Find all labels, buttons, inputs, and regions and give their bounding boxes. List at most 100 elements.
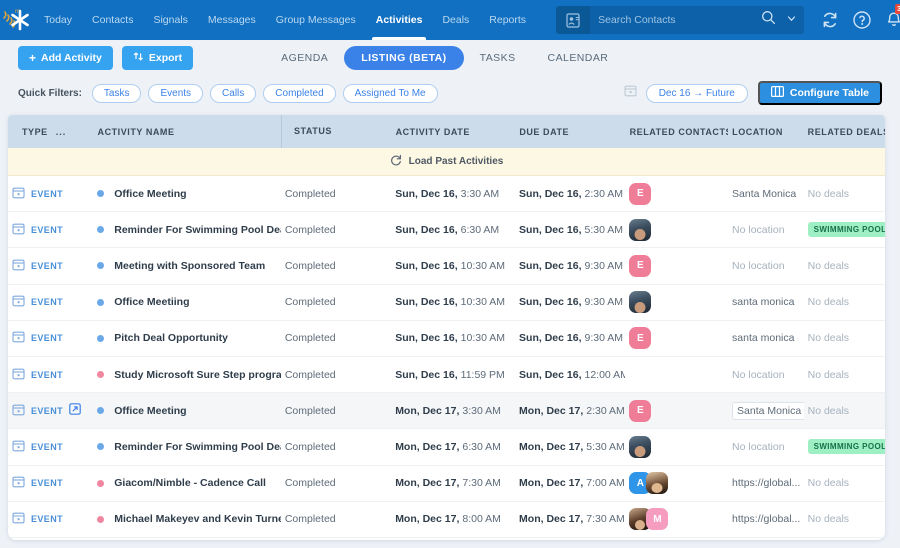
cell-activity-date: Sun, Dec 16,10:30 AM [391,332,515,344]
column-header-location[interactable]: LOCATION [728,127,804,137]
tab-listing-beta[interactable]: LISTING (BETA) [344,46,463,70]
activity-name[interactable]: Office Meetiing [114,296,189,308]
app-logo[interactable]: rn [0,5,34,35]
column-header-due-date[interactable]: DUE DATE [515,127,625,137]
cell-activity-name: Office Meeting [93,405,281,417]
contact-avatar-initial[interactable]: E [629,183,651,205]
contact-avatar-initial[interactable]: E [629,255,651,277]
chevron-down-icon[interactable] [786,11,797,29]
contact-avatar-photo[interactable] [646,472,668,494]
nav-item-today[interactable]: Today [34,0,82,40]
cell-due-date: Mon, Dec 17,7:30 AM [515,513,625,525]
table-row[interactable]: EVENTReminder For Swimming Pool DealComp… [8,429,885,465]
contact-avatar-initial[interactable]: M [646,508,668,530]
calendar-icon[interactable] [624,84,637,102]
tab-agenda[interactable]: AGENDA [265,46,344,70]
table-row[interactable]: EVENTGiacom/Nimble - Cadence CallComplet… [8,466,885,502]
tab-label: CALENDAR [548,52,609,64]
export-button[interactable]: Export [122,46,193,70]
contact-avatar-photo[interactable] [629,291,651,313]
due-date-day: Sun, Dec 16, [519,369,581,381]
notification-bell-icon[interactable]: 395 [884,10,900,30]
avatar-group: E [629,183,651,205]
column-header-status[interactable]: STATUS [281,115,392,148]
deal-tag[interactable]: SWIMMING POOL [808,222,885,237]
activity-name[interactable]: Study Microsoft Sure Step program [114,369,281,381]
cell-related-deals: SWIMMING POOL [804,439,885,454]
activity-date-day: Mon, Dec 17, [395,441,459,453]
due-date-day: Sun, Dec 16, [519,188,581,200]
filter-chip-assigned-to-me[interactable]: Assigned To Me [343,84,438,103]
location-value: No location [732,369,785,381]
activity-name[interactable]: Meeting with Sponsored Team [114,260,265,272]
add-activity-button[interactable]: + Add Activity [18,46,113,70]
nav-item-group-messages[interactable]: Group Messages [266,0,366,40]
open-external-icon[interactable] [69,403,81,418]
search-icon[interactable] [761,10,776,30]
help-circle-icon[interactable] [852,10,872,30]
contact-avatar-initial[interactable]: E [629,327,651,349]
status-value: Completed [285,296,336,308]
activity-date-time: 7:30 AM [462,477,501,489]
more-options-icon[interactable]: ... [56,127,67,137]
due-date-time: 9:30 AM [585,260,624,272]
column-header-related-contacts[interactable]: RELATED CONTACTS [626,127,729,137]
nav-item-deals[interactable]: Deals [432,0,479,40]
activity-name[interactable]: Office Meeting [114,405,186,417]
search-input[interactable] [590,14,761,26]
table-row[interactable]: EVENTPitch Deal OpportunityCompletedSun,… [8,321,885,357]
contact-avatar-photo[interactable] [629,219,651,241]
activity-name[interactable]: Pitch Deal Opportunity [114,332,228,344]
cell-location: https://global... [728,477,804,489]
nav-item-reports[interactable]: Reports [479,0,536,40]
location-value: santa monica [732,332,794,344]
contact-avatar-photo[interactable] [629,436,651,458]
due-date-day: Mon, Dec 17, [519,513,583,525]
column-header-activity-name[interactable]: ACTIVITY NAME [94,127,281,137]
column-header-activity-date[interactable]: ACTIVITY DATE [392,127,516,137]
cell-status: Completed [281,405,391,417]
activity-name[interactable]: Reminder For Swimming Pool Deal [114,224,281,236]
cell-activity-date: Mon, Dec 17,3:30 AM [391,405,515,417]
configure-table-label: Configure Table [790,87,869,99]
table-row[interactable]: EVENTMeeting with Sponsored TeamComplete… [8,248,885,284]
column-header-related-deals[interactable]: RELATED DEALS [804,127,885,137]
contact-avatar-initial[interactable]: E [629,400,651,422]
date-range-filter[interactable]: Dec 16 → Future [646,84,748,103]
event-calendar-icon [12,330,25,346]
table-row[interactable]: EVENTReminder For Swimming Pool DealComp… [8,212,885,248]
activity-name[interactable]: Reminder For Swimming Pool Deal [114,441,281,453]
table-row[interactable]: EVENTStudy Microsoft Sure Step programCo… [8,357,885,393]
nav-item-signals[interactable]: Signals [143,0,197,40]
table-row[interactable]: EVENTOffice MeetingCompletedMon, Dec 17,… [8,393,885,429]
nav-item-contacts[interactable]: Contacts [82,0,143,40]
global-search [556,6,804,34]
deal-tag[interactable]: SWIMMING POOL [808,439,885,454]
filter-chip-events[interactable]: Events [148,84,203,103]
sync-icon[interactable] [820,10,840,30]
activity-name[interactable]: Michael Makeyev and Kevin Turner [114,513,281,525]
due-date-time: 9:30 AM [585,332,624,344]
table-row[interactable]: EVENTOffice MeetingCompletedSun, Dec 16,… [8,176,885,212]
tab-tasks[interactable]: TASKS [464,46,532,70]
table-row[interactable]: EVENTMichael Makeyev and Kevin TurnerCom… [8,502,885,538]
status-value: Completed [285,405,336,417]
filter-chip-calls[interactable]: Calls [210,84,256,103]
column-header-type[interactable]: TYPE ... [8,127,94,137]
activity-name[interactable]: Office Meeting [114,188,186,200]
table-row[interactable]: EVENTOffice MeetiingCompletedSun, Dec 16… [8,285,885,321]
configure-table-button[interactable]: Configure Table [758,81,882,105]
activity-name[interactable]: Giacom/Nimble - Cadence Call [114,477,266,489]
nav-item-activities[interactable]: Activities [366,0,433,40]
cell-due-date: Mon, Dec 17,5:30 AM [515,441,625,453]
load-past-activities-button[interactable]: Load Past Activities [8,148,885,176]
activities-table: TYPE ... ACTIVITY NAME STATUS ACTIVITY D… [8,115,885,540]
tab-calendar[interactable]: CALENDAR [532,46,625,70]
search-box[interactable] [556,6,804,34]
filter-chip-tasks[interactable]: Tasks [92,84,142,103]
filter-chip-completed[interactable]: Completed [263,84,335,103]
header-action-icons: 395 [820,6,900,34]
contact-card-icon[interactable] [556,6,590,34]
location-edit-box[interactable]: Santa Monica [732,402,804,420]
nav-item-messages[interactable]: Messages [198,0,266,40]
